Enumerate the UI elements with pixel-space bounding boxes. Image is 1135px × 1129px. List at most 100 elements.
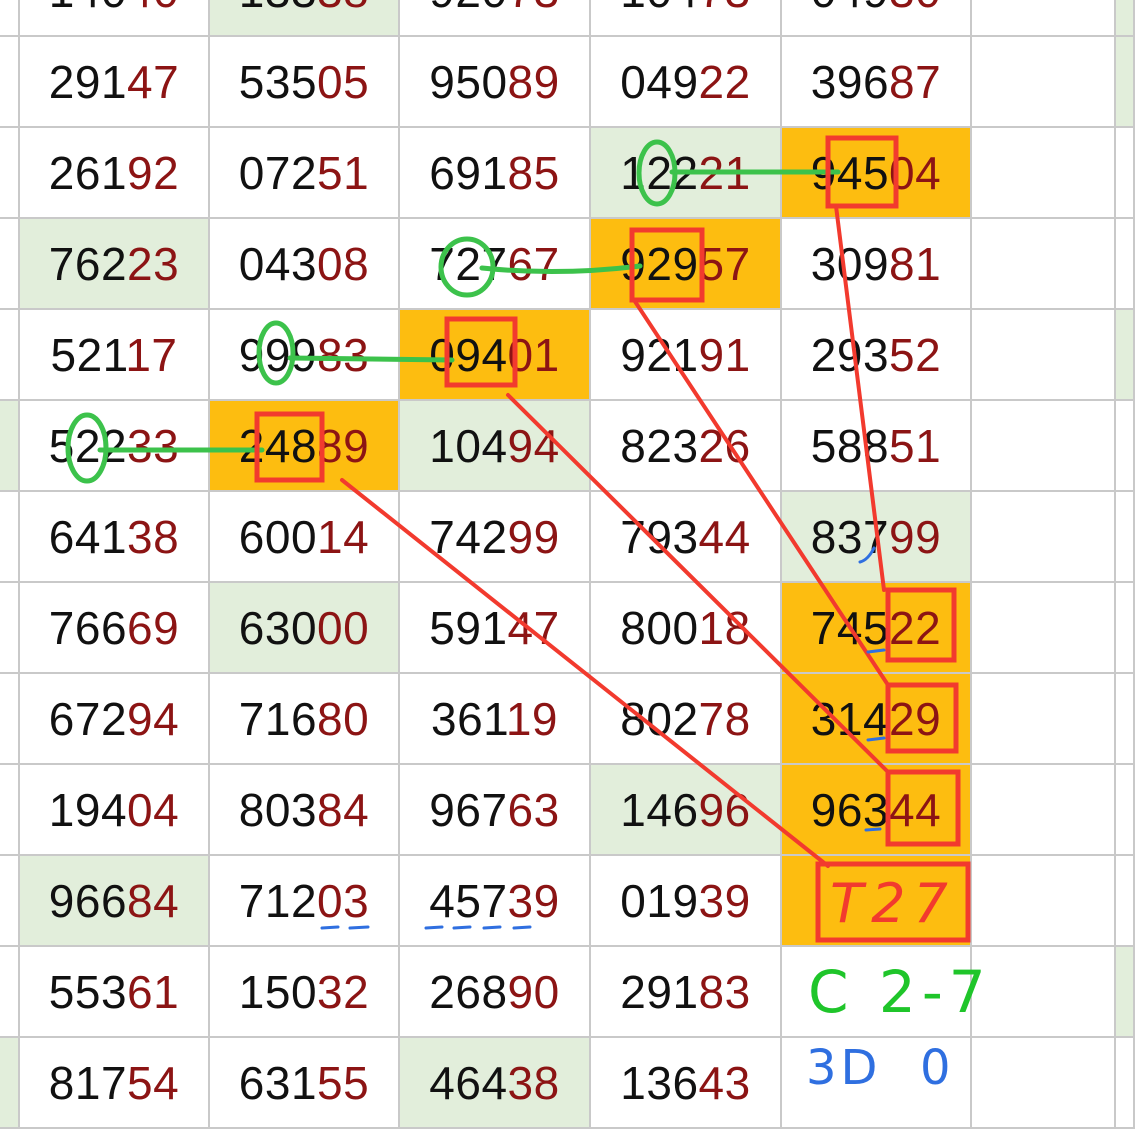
number-prefix: 929 (620, 237, 699, 290)
cell-number: 76669 (49, 601, 179, 655)
table-cell: 07251 (210, 128, 400, 219)
table-cell: 29352 (782, 310, 972, 401)
table-cell: 76223 (20, 219, 210, 310)
edge-cell-right (1116, 856, 1135, 947)
number-suffix: 44 (698, 510, 751, 563)
number-suffix: 51 (889, 419, 942, 472)
table-cell: 19404 (20, 765, 210, 856)
number-prefix: 019 (620, 874, 699, 927)
table-cell: 96684 (20, 856, 210, 947)
number-suffix: 55 (317, 1056, 370, 1109)
cell-number: 26192 (49, 146, 179, 200)
number-suffix: 23 (127, 237, 180, 290)
number-suffix: 94 (507, 419, 560, 472)
number-prefix: 950 (429, 55, 508, 108)
number-suffix: 99 (889, 510, 942, 563)
table-cell: 94504 (782, 128, 972, 219)
number-prefix: 361 (430, 692, 506, 745)
cell-number: 36119 (431, 692, 558, 746)
table-cell: 63000 (210, 583, 400, 674)
number-suffix: 05 (317, 55, 370, 108)
number-prefix: 762 (48, 237, 128, 290)
cell-number: 64138 (49, 510, 179, 564)
table-cell: 14696 (591, 765, 782, 856)
edge-cell-left (0, 1038, 20, 1129)
number-suffix: 84 (317, 783, 370, 836)
table-cell (782, 1038, 972, 1129)
number-suffix: 47 (127, 55, 180, 108)
number-suffix: 99 (507, 510, 560, 563)
number-suffix: 08 (317, 237, 370, 290)
number-prefix: 194 (48, 783, 128, 836)
table-cell: 74299 (400, 492, 591, 583)
table-cell: 95089 (400, 37, 591, 128)
table-cell: 12221 (591, 128, 782, 219)
table-cell: 04308 (210, 219, 400, 310)
number-prefix: 672 (48, 692, 128, 745)
table-cell: 83799 (782, 492, 972, 583)
number-suffix: 85 (507, 146, 560, 199)
number-suffix: 78 (698, 692, 751, 745)
blank-cell (972, 401, 1116, 492)
number-prefix: 591 (429, 601, 508, 654)
number-suffix: 89 (317, 419, 370, 472)
table-cell: 13643 (591, 1038, 782, 1129)
cell-number: 55361 (49, 965, 179, 1019)
number-suffix: 40 (127, 0, 179, 17)
number-prefix: 072 (238, 146, 318, 199)
number-prefix: 248 (238, 419, 318, 472)
cell-number: 04308 (239, 237, 369, 291)
table-cell: 60014 (210, 492, 400, 583)
number-prefix: 716 (238, 692, 318, 745)
edge-cell-right (1116, 128, 1135, 219)
cell-number: 13643 (620, 1056, 750, 1110)
cell-number: 83799 (811, 510, 941, 564)
number-suffix: 96 (698, 783, 751, 836)
number-prefix: 146 (620, 783, 699, 836)
number-suffix: 04 (889, 146, 942, 199)
blank-cell (972, 0, 1116, 37)
table-cell: 52117 (20, 310, 210, 401)
number-prefix: 945 (810, 146, 890, 199)
number-suffix: 51 (317, 146, 370, 199)
cell-number: 52117 (50, 328, 177, 382)
number-suffix: 89 (507, 55, 560, 108)
table-cell: 14040 (20, 0, 210, 37)
number-suffix: 33 (127, 419, 180, 472)
number-suffix: 94 (127, 692, 180, 745)
number-prefix: 291 (48, 55, 128, 108)
number-prefix: 921 (620, 328, 699, 381)
table-cell: 10473 (591, 0, 782, 37)
number-suffix: 63 (507, 783, 560, 836)
cell-number: 14696 (620, 783, 750, 837)
edge-cell-right (1116, 310, 1135, 401)
table-cell: 04922 (591, 37, 782, 128)
number-prefix: 803 (238, 783, 318, 836)
blank-cell (972, 856, 1116, 947)
cell-number: 69185 (429, 146, 559, 200)
table-cell: 10494 (400, 401, 591, 492)
number-prefix: 261 (48, 146, 128, 199)
cell-number: 52233 (49, 419, 179, 473)
table-cell: 58851 (782, 401, 972, 492)
table-cell: 36119 (400, 674, 591, 765)
number-suffix: 30 (889, 0, 941, 17)
cell-number: 04922 (620, 55, 750, 109)
number-suffix: 91 (698, 328, 751, 381)
edge-cell-left (0, 0, 20, 37)
cell-number: 10494 (429, 419, 559, 473)
number-prefix: 641 (48, 510, 128, 563)
table-cell: 92191 (591, 310, 782, 401)
number-prefix: 094 (429, 328, 508, 381)
blank-cell (972, 765, 1116, 856)
blank-cell (972, 37, 1116, 128)
number-prefix: 817 (48, 1056, 128, 1109)
number-prefix: 631 (238, 1056, 318, 1109)
number-prefix: 043 (238, 237, 318, 290)
number-suffix: 18 (698, 601, 751, 654)
cell-number: 92073 (429, 0, 559, 18)
table-cell: 92073 (400, 0, 591, 37)
number-suffix: 83 (317, 328, 370, 381)
cell-number: 31429 (811, 692, 941, 746)
cell-number: 14040 (49, 0, 179, 18)
